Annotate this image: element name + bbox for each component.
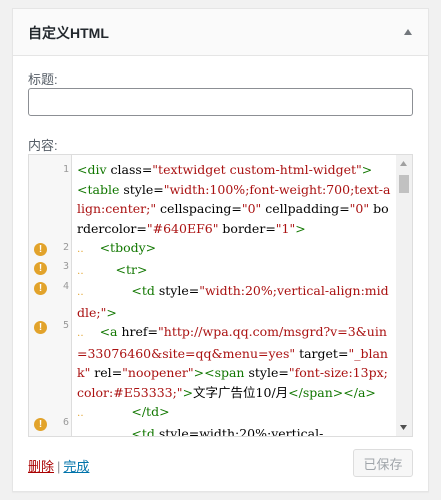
chevron-up-icon	[404, 29, 412, 35]
code-line: ‥ <tbody>	[77, 240, 157, 255]
lint-gutter: ! ! ! ! ! !	[29, 155, 55, 436]
code-line: ‥ <a href="http://wpa.qq.com/msgrd?v=3&u…	[77, 324, 388, 400]
indent-marker: ‥	[77, 328, 84, 339]
scroll-down-arrow-icon[interactable]	[400, 425, 407, 430]
collapse-toggle[interactable]	[388, 9, 428, 56]
line-number: 1	[62, 164, 69, 175]
code-line: ‥ <tr>	[77, 261, 148, 277]
content-label: 内容:	[28, 138, 58, 153]
code-content[interactable]: <div class="textwidget custom-html-widge…	[77, 160, 393, 437]
code-line: <table style="width:100%;font-weight:700…	[77, 181, 391, 236]
custom-html-widget: 自定义HTML 标题: 内容: ! ! ! ! ! ! 1 2 3 4 5 6 …	[12, 8, 429, 492]
indent-marker: ‥	[77, 429, 84, 437]
separator: |	[57, 459, 61, 474]
widget-header[interactable]: 自定义HTML	[13, 9, 428, 56]
done-link[interactable]: 完成	[63, 459, 89, 474]
line-number: 2	[62, 242, 69, 253]
code-line: ‥ </td>	[77, 404, 170, 419]
editor-scrollbar[interactable]	[396, 155, 412, 436]
save-button[interactable]: 已保存	[353, 449, 413, 477]
indent-marker: ‥	[77, 287, 84, 298]
scroll-thumb[interactable]	[399, 175, 409, 193]
code-line: ‥ <td style=width:20%;vertical-	[77, 424, 393, 437]
line-number: 5	[62, 320, 69, 331]
title-input[interactable]	[28, 88, 413, 116]
code-line: <div class="textwidget custom-html-widge…	[77, 162, 373, 177]
indent-marker: ‥	[77, 244, 84, 255]
widget-footer: 删除 | 完成	[28, 456, 89, 475]
line-number: 4	[62, 281, 69, 292]
indent-marker: ‥	[77, 408, 84, 419]
code-editor[interactable]: ! ! ! ! ! ! 1 2 3 4 5 6 7 <div class="te…	[28, 154, 413, 437]
line-number: 3	[62, 261, 69, 272]
indent-marker: ‥	[77, 265, 84, 277]
warning-icon[interactable]: !	[34, 418, 47, 431]
warning-icon[interactable]: !	[34, 243, 47, 256]
warning-icon[interactable]: !	[34, 321, 47, 334]
line-number-gutter: 1 2 3 4 5 6 7	[55, 155, 72, 436]
warning-icon[interactable]: !	[34, 282, 47, 295]
scroll-up-arrow-icon[interactable]	[400, 161, 407, 166]
code-line: ‥ <td style="width:20%;vertical-align:mi…	[77, 283, 389, 320]
delete-link[interactable]: 删除	[28, 459, 54, 474]
line-number: 6	[62, 417, 69, 428]
warning-icon[interactable]: !	[34, 262, 47, 275]
widget-title: 自定义HTML	[28, 25, 109, 41]
title-label: 标题:	[28, 72, 58, 87]
